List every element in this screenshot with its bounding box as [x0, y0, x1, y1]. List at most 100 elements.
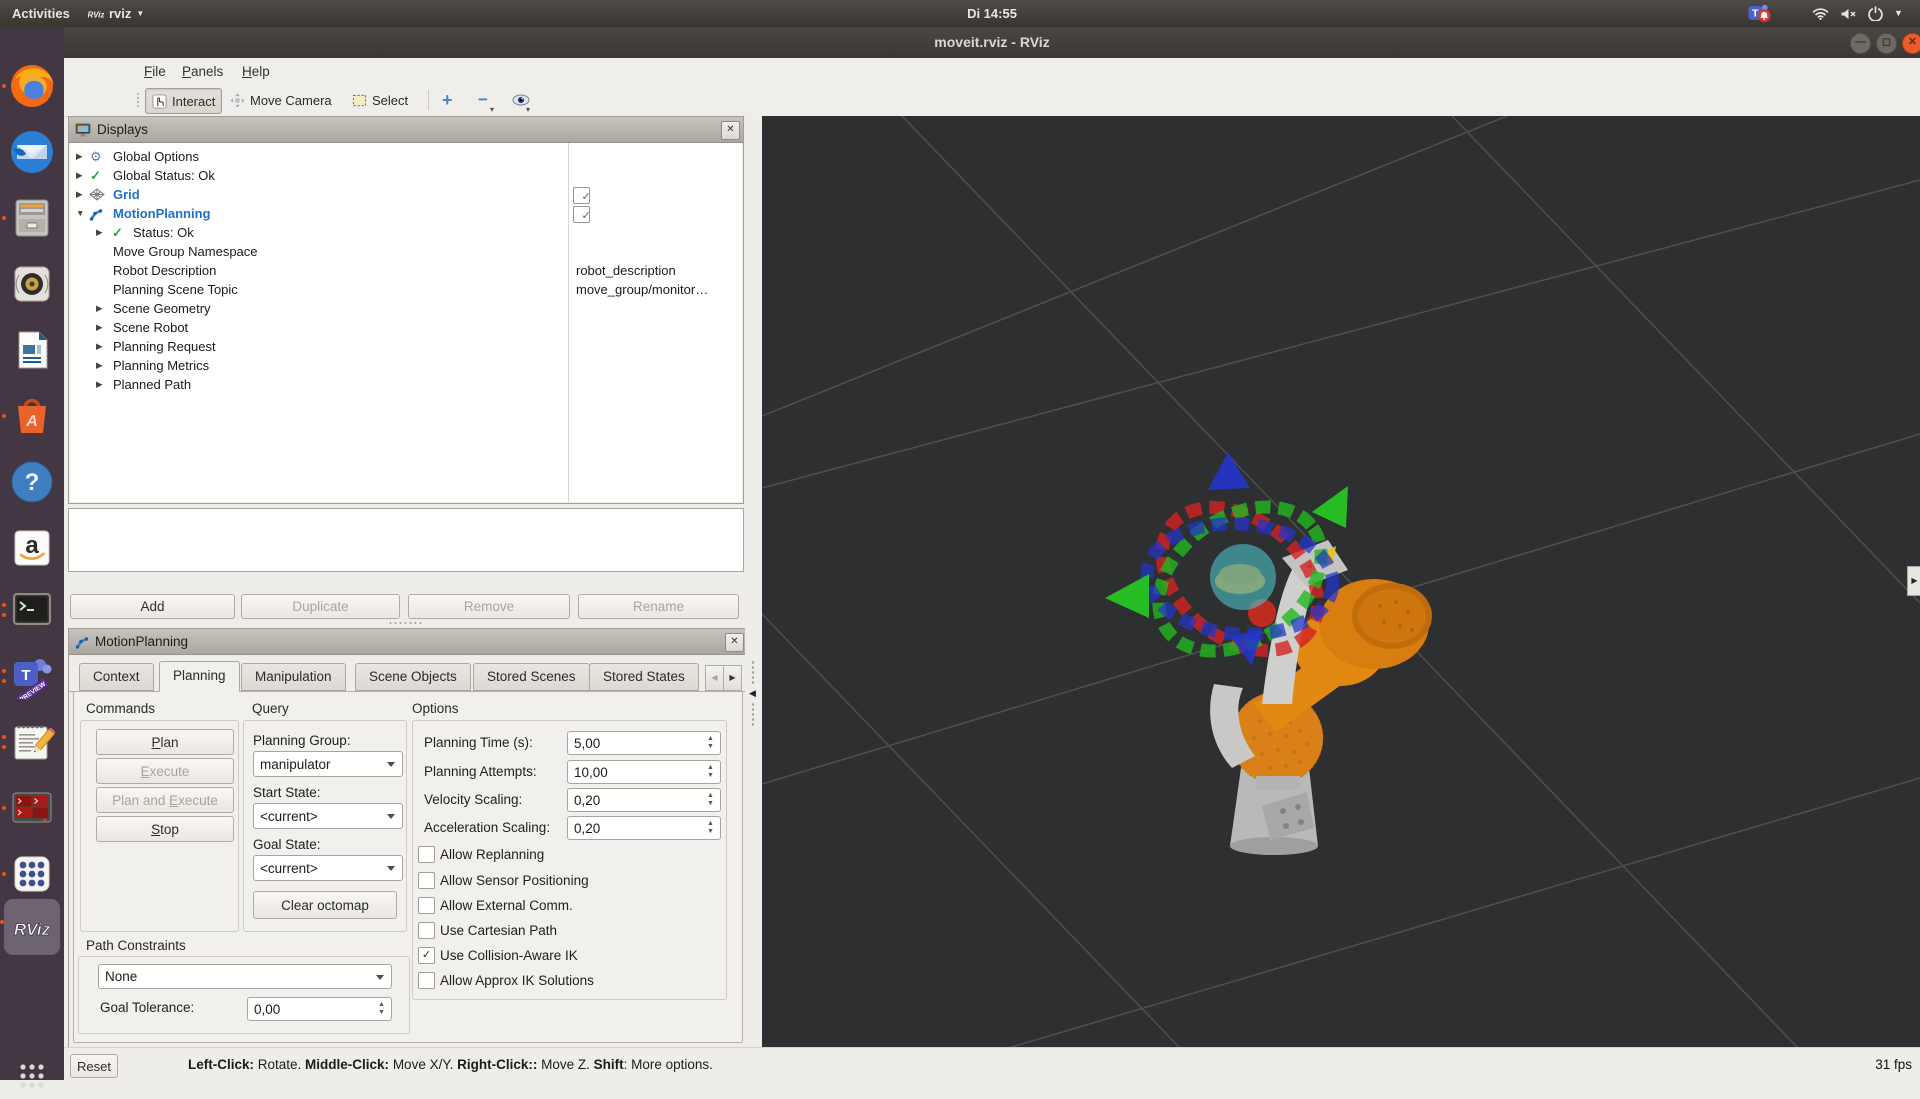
- dock-icon-libreoffice-writer[interactable]: [9, 327, 55, 373]
- spinner-arrows[interactable]: ▲ ▼: [703, 790, 718, 810]
- allow-sensor-positioning-checkbox[interactable]: [418, 872, 435, 889]
- motionplanning-panel-header[interactable]: MotionPlanning: [69, 629, 747, 655]
- activities-button[interactable]: Activities: [12, 0, 70, 27]
- duplicate-display-button[interactable]: Duplicate: [241, 594, 400, 619]
- panel-splitter-handle[interactable]: [388, 621, 422, 625]
- tree-row[interactable]: Robot Description robot_description: [70, 261, 742, 280]
- allow-external-comm-checkbox[interactable]: [418, 897, 435, 914]
- tab-context[interactable]: Context: [79, 663, 154, 691]
- spinner-arrows[interactable]: ▲ ▼: [703, 733, 718, 753]
- views-tool-button[interactable]: [506, 88, 536, 112]
- collapse-arrow[interactable]: ▼: [76, 204, 84, 223]
- acceleration-scaling-input[interactable]: 0,20 ▲ ▼: [567, 816, 721, 840]
- tree-label[interactable]: Global Options: [113, 147, 199, 166]
- tree-row[interactable]: ▶ Planning Request: [70, 337, 742, 356]
- expand-arrow[interactable]: ▶: [96, 299, 103, 318]
- allow-approx-ik-checkbox[interactable]: [418, 972, 435, 989]
- expand-arrow[interactable]: ▶: [96, 356, 103, 375]
- goal-state-dropdown[interactable]: <current>: [253, 855, 403, 881]
- rename-display-button[interactable]: Rename: [578, 594, 739, 619]
- tree-row[interactable]: Planning Scene Topic move_group/monitor…: [70, 280, 742, 299]
- collapse-right-handle[interactable]: ▶: [1907, 566, 1920, 596]
- tab-stored-scenes[interactable]: Stored Scenes: [473, 663, 590, 691]
- window-title-bar[interactable]: moveit.rviz - RViz — ◻ ✕: [64, 27, 1920, 58]
- plan-and-execute-button[interactable]: Plan and Execute: [96, 787, 234, 813]
- dock-icon-rviz-active[interactable]: RViz: [0, 899, 60, 955]
- reset-button[interactable]: Reset: [70, 1054, 118, 1078]
- center-sphere[interactable]: [1210, 544, 1276, 610]
- dock-icon-terminal[interactable]: [2, 587, 55, 633]
- menu-help[interactable]: Help: [236, 58, 276, 85]
- tree-label[interactable]: Planning Metrics: [113, 356, 209, 375]
- tree-label[interactable]: Planning Request: [113, 337, 216, 356]
- translate-arrow-right[interactable]: [1312, 486, 1348, 528]
- planning-time-input[interactable]: 5,00 ▲ ▼: [567, 731, 721, 755]
- dock-icon-thunderbird[interactable]: [9, 129, 55, 175]
- tree-row[interactable]: ▶ Scene Geometry: [70, 299, 742, 318]
- move-camera-tool-button[interactable]: Move Camera: [224, 88, 338, 112]
- dock-icon-red-terminal[interactable]: [2, 785, 55, 831]
- tree-label[interactable]: Global Status: Ok: [113, 166, 215, 185]
- expand-arrow[interactable]: ▶: [76, 147, 83, 166]
- wifi-icon[interactable]: [1812, 7, 1829, 21]
- use-collision-aware-ik-label[interactable]: Use Collision-Aware IK: [440, 947, 578, 964]
- tree-row[interactable]: ▼ MotionPlanning ✓: [70, 204, 742, 223]
- close-button[interactable]: ✕: [1902, 33, 1920, 54]
- tree-value[interactable]: move_group/monitor…: [576, 280, 708, 299]
- tree-label[interactable]: MotionPlanning: [113, 204, 210, 223]
- teams-notification-icon[interactable]: T: [1748, 4, 1772, 24]
- grid-enabled-checkbox[interactable]: ✓: [573, 187, 591, 204]
- minimize-button[interactable]: —: [1850, 33, 1871, 54]
- dock-icon-text-editor[interactable]: [2, 719, 55, 765]
- menu-panels[interactable]: Panels: [176, 58, 229, 85]
- velocity-scaling-input[interactable]: 0,20 ▲ ▼: [567, 788, 721, 812]
- use-collision-aware-ik-checkbox[interactable]: ✓: [418, 947, 435, 964]
- tab-stored-states[interactable]: Stored States: [589, 663, 699, 691]
- allow-replanning-label[interactable]: Allow Replanning: [440, 846, 544, 863]
- tree-row[interactable]: ▶ ✓ Global Status: Ok: [70, 166, 742, 185]
- tree-row[interactable]: ▶ Planning Metrics: [70, 356, 742, 375]
- spinner-arrows[interactable]: ▲ ▼: [374, 999, 389, 1019]
- tree-value[interactable]: robot_description: [576, 261, 676, 280]
- select-tool-button[interactable]: Select: [346, 88, 414, 112]
- menu-file[interactable]: File: [138, 58, 172, 85]
- execute-button[interactable]: Execute: [96, 758, 234, 784]
- tree-label[interactable]: Planned Path: [113, 375, 191, 394]
- tree-row[interactable]: Move Group Namespace: [70, 242, 742, 261]
- tree-row[interactable]: ▶ ⚙ Global Options: [70, 147, 742, 166]
- tree-row[interactable]: ▶ Scene Robot: [70, 318, 742, 337]
- dock-icon-file-cabinet[interactable]: [2, 195, 55, 241]
- remove-tool-caret-icon[interactable]: ▾: [490, 105, 494, 114]
- tree-row[interactable]: ▶ ✓ Status: Ok: [70, 223, 742, 242]
- use-cartesian-path-label[interactable]: Use Cartesian Path: [440, 922, 557, 939]
- planning-attempts-input[interactable]: 10,00 ▲ ▼: [567, 760, 721, 784]
- spinner-arrows[interactable]: ▲ ▼: [703, 818, 718, 838]
- toolbar-drag-handle[interactable]: [136, 92, 141, 109]
- tree-label[interactable]: Status: Ok: [133, 223, 194, 242]
- interact-tool-button[interactable]: Interact: [145, 88, 223, 114]
- clear-octomap-button[interactable]: Clear octomap: [253, 891, 397, 919]
- tree-label[interactable]: Grid: [113, 185, 140, 204]
- 3d-viewport[interactable]: [762, 116, 1920, 1047]
- power-icon[interactable]: [1868, 6, 1883, 21]
- system-menu-caret-icon[interactable]: ▼: [1894, 0, 1903, 27]
- use-cartesian-path-checkbox[interactable]: [418, 922, 435, 939]
- path-constraints-dropdown[interactable]: None: [98, 964, 392, 989]
- tab-scroll-right-icon[interactable]: ▶: [723, 665, 742, 691]
- tab-planning[interactable]: Planning: [159, 661, 240, 692]
- tab-scroll-left-icon[interactable]: ◀: [705, 665, 724, 691]
- dock-icon-ubuntu-software[interactable]: A: [2, 393, 55, 439]
- expand-arrow[interactable]: ▶: [96, 337, 103, 356]
- expand-arrow[interactable]: ▶: [76, 185, 83, 204]
- translate-arrow-left[interactable]: [1105, 574, 1149, 618]
- goal-tolerance-input[interactable]: 0,00 ▲ ▼: [247, 997, 392, 1021]
- dock-icon-help[interactable]: ?: [9, 459, 55, 505]
- tree-label[interactable]: Robot Description: [113, 261, 216, 280]
- tree-label[interactable]: Planning Scene Topic: [113, 280, 238, 299]
- tree-label[interactable]: Scene Robot: [113, 318, 188, 337]
- stop-button[interactable]: Stop: [96, 816, 234, 842]
- dock-icon-rhythmbox[interactable]: [9, 261, 55, 307]
- clock[interactable]: Di 14:55: [944, 0, 1040, 27]
- dock-icon-teams[interactable]: T PREVIEW: [2, 653, 55, 699]
- start-state-dropdown[interactable]: <current>: [253, 803, 403, 829]
